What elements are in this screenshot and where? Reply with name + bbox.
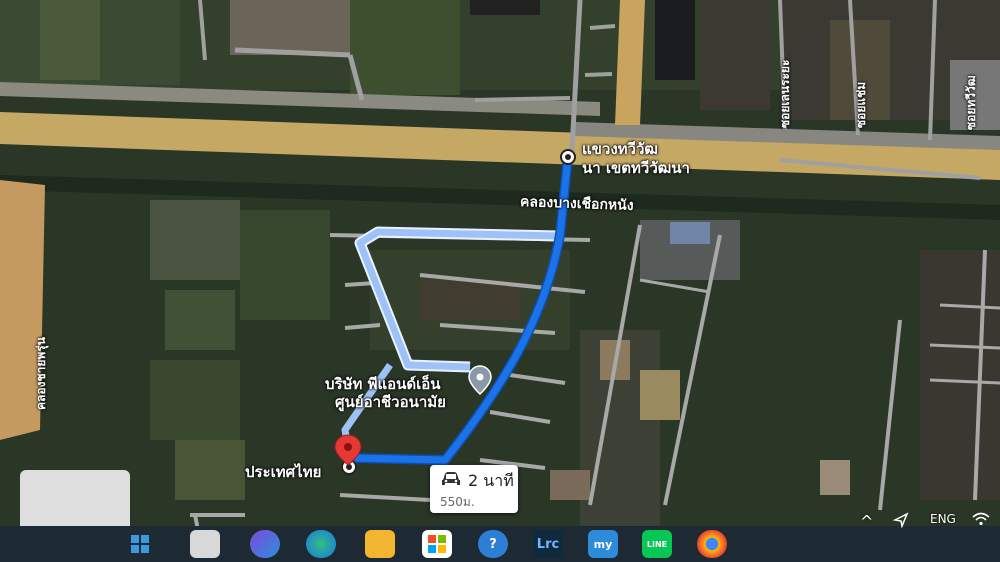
tray-chevron-icon[interactable]: ^ <box>860 512 873 531</box>
location-arrow-icon[interactable] <box>892 512 909 531</box>
route-duration: 2 นาที <box>468 471 514 490</box>
country-label: ประเทศไทย <box>245 463 322 481</box>
language-indicator[interactable]: ENG <box>930 512 956 526</box>
windows-taskbar: ? Lrc my LINE <box>0 526 1000 562</box>
help-icon[interactable]: ? <box>478 530 508 558</box>
road-label-1: ซอยเลนระยะ <box>778 59 792 128</box>
road-label-2: ซอยแช่ม <box>854 81 868 128</box>
edge-browser-icon[interactable] <box>306 530 336 558</box>
canal-label: คลองบางเชือกหนัง <box>519 194 634 214</box>
road-label-3: ซอยทวีวัฒ <box>964 75 978 130</box>
route-distance: 550ม. <box>440 495 475 509</box>
line-app-icon[interactable]: LINE <box>642 530 672 558</box>
chrome-icon[interactable] <box>697 530 727 558</box>
file-explorer-icon[interactable] <box>365 530 395 558</box>
windows-start-icon[interactable] <box>125 530 155 558</box>
wifi-icon[interactable] <box>972 512 990 529</box>
my-app-icon[interactable]: my <box>588 530 618 558</box>
lightroom-icon[interactable]: Lrc <box>533 530 563 558</box>
company-subtitle-label[interactable]: ศูนย์อาชีวอนามัย <box>335 390 446 414</box>
district-label: นา เขตทวีวัฒนา <box>582 159 690 177</box>
canal-left-label: คลองชายพรุ่น <box>34 337 48 410</box>
microsoft-store-icon[interactable] <box>422 530 452 558</box>
car-icon <box>442 472 460 485</box>
copilot-icon[interactable] <box>190 530 220 558</box>
route-info-box[interactable]: 2 นาที 550ม. <box>430 465 518 513</box>
copilot-app-icon[interactable] <box>250 530 280 558</box>
